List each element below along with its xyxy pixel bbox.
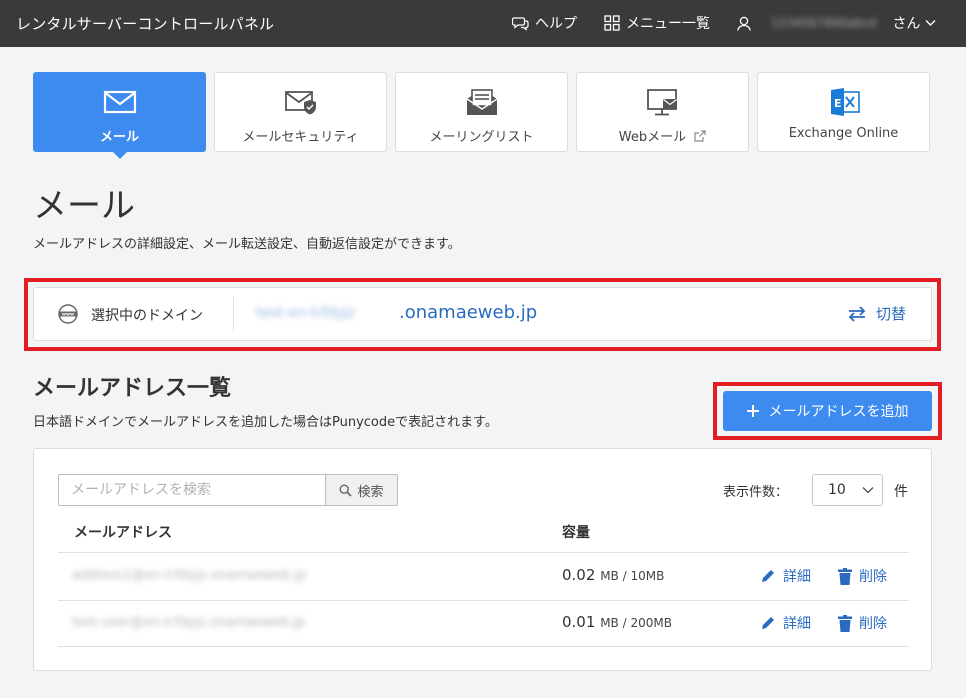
per-page-value: 10 <box>828 482 846 498</box>
tab-label: Webメール <box>577 126 748 145</box>
domain-switch-button[interactable]: 切替 <box>848 303 906 324</box>
grid-menu-icon <box>604 15 620 31</box>
user-icon <box>737 16 751 31</box>
help-label: ヘルプ <box>535 16 577 32</box>
globe-www-icon: www <box>58 304 78 324</box>
per-page-select[interactable]: 10 <box>812 474 883 506</box>
tab-label: メール <box>99 130 139 145</box>
mailing-list-icon <box>466 89 497 115</box>
tab-webmail[interactable]: Webメール <box>576 72 749 152</box>
row-email: address1@xn-lcfdyjz.onamaeweb.jp <box>72 568 307 583</box>
address-list-title: メールアドレス一覧 <box>33 376 232 401</box>
mail-shield-icon <box>284 91 316 115</box>
plus-icon <box>746 405 759 417</box>
tab-mail-security[interactable]: メールセキュリティ <box>214 72 387 152</box>
domain-label: 選択中のドメイン <box>91 308 203 324</box>
row-detail-button[interactable]: 詳細 <box>760 566 811 586</box>
table-divider <box>58 646 909 647</box>
row-capacity-unit: MB / 10MB <box>600 569 665 583</box>
user-menu[interactable]: 1234567890abcd さん <box>737 13 936 33</box>
page-description: メールアドレスの詳細設定、メール転送設定、自動返信設定ができます。 <box>33 237 461 252</box>
add-address-label: メールアドレスを追加 <box>768 404 909 420</box>
tab-exchange-online[interactable]: E Exchange Online <box>757 72 930 152</box>
pencil-icon <box>762 570 774 582</box>
table-divider <box>58 552 909 553</box>
divider <box>233 297 234 331</box>
domain-selector: www 選択中のドメイン test-xn-lcfdyjz .onamaeweb.… <box>33 287 932 341</box>
switch-label: 切替 <box>876 305 907 323</box>
row-capacity-unit: MB / 200MB <box>600 616 672 630</box>
tab-label: メールセキュリティ <box>242 130 359 145</box>
svg-text:E: E <box>834 97 842 110</box>
tab-label: メーリングリスト <box>429 130 534 145</box>
row-delete-button[interactable]: 削除 <box>838 613 887 633</box>
tab-mailing-list[interactable]: メーリングリスト <box>395 72 568 152</box>
pencil-icon <box>762 617 774 629</box>
row-capacity-used: 0.01 <box>562 613 596 631</box>
app-title: レンタルサーバーコントロールパネル <box>16 15 275 33</box>
help-chat-icon <box>512 16 529 31</box>
domain-suffix: .onamaeweb.jp <box>399 302 538 323</box>
address-list-description: 日本語ドメインでメールアドレスを追加した場合はPunycodeで表記されます。 <box>33 415 498 430</box>
search-box: 検索 <box>58 474 398 506</box>
webmail-icon <box>646 89 677 116</box>
chevron-down-icon <box>925 20 936 26</box>
row-email: test-user@xn-lcfdyjz.onamaeweb.jp <box>72 615 306 630</box>
table-divider <box>58 600 909 601</box>
row-detail-label: 詳細 <box>783 616 811 632</box>
top-bar: レンタルサーバーコントロールパネル ヘルプ メニュー一覧 1234567890a… <box>0 0 966 47</box>
row-detail-button[interactable]: 詳細 <box>760 613 811 633</box>
user-name: 1234567890abcd <box>771 16 877 30</box>
exchange-icon: E <box>830 88 860 116</box>
column-header-capacity: 容量 <box>562 525 590 541</box>
swap-arrows-icon <box>848 305 866 322</box>
row-capacity-used: 0.02 <box>562 566 596 584</box>
external-link-icon <box>694 130 706 142</box>
user-suffix: さん <box>892 16 921 32</box>
row-capacity: 0.01 MB / 200MB <box>562 613 672 631</box>
trash-icon <box>838 567 852 585</box>
svg-text:www: www <box>62 313 74 318</box>
page-title: メール <box>33 186 135 226</box>
column-header-address: メールアドレス <box>74 525 172 541</box>
menu-list-label: メニュー一覧 <box>626 16 710 32</box>
tab-label: Exchange Online <box>788 126 899 141</box>
chevron-down-icon <box>862 487 874 494</box>
address-list-card: 検索 表示件数： 10 件 メールアドレス 容量 address1@xn-lcf… <box>33 448 932 671</box>
per-page-label: 表示件数： <box>723 485 789 500</box>
search-button[interactable]: 検索 <box>325 475 397 505</box>
search-button-label: 検索 <box>357 484 384 500</box>
add-address-button[interactable]: メールアドレスを追加 <box>723 391 932 431</box>
row-delete-label: 削除 <box>859 616 887 632</box>
search-input[interactable] <box>59 475 325 505</box>
row-delete-label: 削除 <box>859 569 887 585</box>
row-detail-label: 詳細 <box>783 569 811 585</box>
row-capacity: 0.02 MB / 10MB <box>562 566 664 584</box>
help-link[interactable]: ヘルプ <box>512 13 577 33</box>
search-icon <box>339 483 353 497</box>
row-delete-button[interactable]: 削除 <box>838 566 887 586</box>
per-page-unit: 件 <box>894 484 908 500</box>
trash-icon <box>838 614 852 632</box>
domain-prefix: test-xn-lcfdyjz <box>256 305 356 321</box>
menu-list-link[interactable]: メニュー一覧 <box>604 13 710 33</box>
tab-label-text: Webメール <box>618 130 687 145</box>
mail-icon <box>103 90 136 114</box>
tab-mail[interactable]: メール <box>33 72 206 152</box>
